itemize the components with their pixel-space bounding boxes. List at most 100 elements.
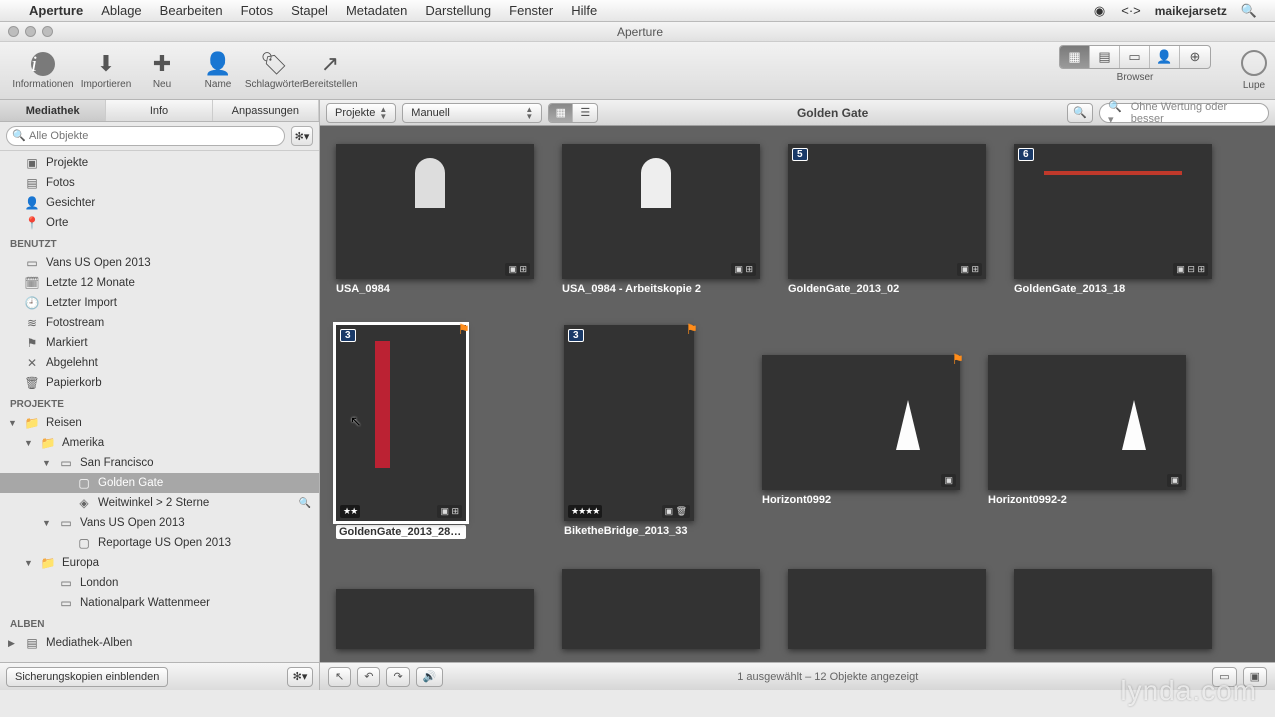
tree-wattenmeer[interactable]: ▭Nationalpark Wattenmeer <box>0 593 319 613</box>
tab-info[interactable]: Info <box>106 100 212 121</box>
list-view-icon[interactable]: ☰ <box>573 104 597 122</box>
code-icon[interactable]: <·> <box>1121 3 1141 18</box>
sidebar-search-gear-button[interactable]: ✻▾ <box>291 126 313 146</box>
thumbnail[interactable]: ⚑▣ Horizont0992 <box>762 355 960 506</box>
keywords-label: Schlagwörter <box>245 79 303 90</box>
sidebar-albums-item[interactable]: ▶▤Mediathek-Alben <box>0 633 319 653</box>
sidebar-recent-trash[interactable]: 🗑Papierkorb <box>0 373 319 393</box>
tree-reportage[interactable]: ▢Reportage US Open 2013 <box>0 533 319 553</box>
sidebar-item-projekte[interactable]: ▣Projekte <box>0 153 319 173</box>
zoom-in-button[interactable]: ▣ <box>1243 667 1267 687</box>
tree-amerika[interactable]: ▼📁Amerika <box>0 433 319 453</box>
thumbnail-selected[interactable]: 3 ⚑ ★★ ▣ ⊞ ↖ GoldenGate_2013_28… <box>336 325 466 539</box>
sidebar-recent-vans[interactable]: ▭Vans US Open 2013 <box>0 253 319 273</box>
thumbnail[interactable] <box>562 569 760 649</box>
menu-app[interactable]: Aperture <box>20 3 92 18</box>
browser-mode-segment[interactable]: ▦ ▤ ▭ 👤 ⊕ <box>1059 45 1211 69</box>
thumbnail[interactable]: ▣ ⊞ USA_0984 <box>336 144 534 295</box>
new-button[interactable]: ✚ Neu <box>134 46 190 96</box>
menu-darstellung[interactable]: Darstellung <box>416 3 500 18</box>
thumbnail-grid[interactable]: ▣ ⊞ USA_0984 ▣ ⊞ USA_0984 - Arbeitskopie… <box>320 126 1275 662</box>
menu-ablage[interactable]: Ablage <box>92 3 150 18</box>
spotlight-icon[interactable]: 🔍 <box>1241 3 1257 19</box>
sidebar-recent-12monate[interactable]: 🗓Letzte 12 Monate <box>0 273 319 293</box>
tree-europa[interactable]: ▼📁Europa <box>0 553 319 573</box>
sidebar-item-gesichter[interactable]: 👤Gesichter <box>0 193 319 213</box>
filter-search[interactable]: 🔍▾Ohne Wertung oder besser <box>1099 103 1269 123</box>
places-mode-icon[interactable]: ⊕ <box>1180 46 1210 68</box>
view-toggle[interactable]: ▦ ☰ <box>548 103 598 123</box>
sidebar-recent-abgelehnt[interactable]: ✕Abgelehnt <box>0 353 319 373</box>
share-label: Bereitstellen <box>302 79 357 90</box>
thumbnail[interactable]: 3 ⚑ ★★★★ ▣ 🗑 BiketheBridge_2013_33 <box>564 325 694 537</box>
menubar-user[interactable]: maikejarsetz <box>1155 4 1227 18</box>
person-icon: 👤 <box>204 51 231 77</box>
tree-london[interactable]: ▭London <box>0 573 319 593</box>
thumbnail[interactable]: 6▣ ⊟ ⊞ GoldenGate_2013_18 <box>1014 144 1212 295</box>
tab-anpassungen[interactable]: Anpassungen <box>213 100 319 121</box>
tree-reisen[interactable]: ▼📁Reisen <box>0 413 319 433</box>
tree-sanfrancisco[interactable]: ▼▭San Francisco <box>0 453 319 473</box>
name-label: Name <box>205 79 232 90</box>
scope-select[interactable]: Projekte▲▼ <box>326 103 396 123</box>
thumbnail[interactable]: 5▣ ⊞ GoldenGate_2013_02 <box>788 144 986 295</box>
face-icon: 👤 <box>24 196 40 210</box>
import-button[interactable]: ⬇ Importieren <box>78 46 134 96</box>
sidebar-item-orte[interactable]: 📍Orte <box>0 213 319 233</box>
grid-mode-icon[interactable]: ▦ <box>1060 46 1090 68</box>
keywords-button[interactable]: 🏷 Schlagwörter <box>246 46 302 96</box>
thumbnail[interactable]: ▣ Horizont0992-2 <box>988 355 1186 506</box>
rating-stars: ★★ <box>340 505 360 518</box>
stack-badge: 3 <box>340 329 356 342</box>
tab-mediathek[interactable]: Mediathek <box>0 100 106 121</box>
sidebar-gear-button[interactable]: ✻▾ <box>287 667 313 687</box>
flag-icon: ⚑ <box>457 321 470 338</box>
tree-goldengate[interactable]: ▢Golden Gate <box>0 473 319 493</box>
thumbnail[interactable]: ▣ ⊞ USA_0984 - Arbeitskopie 2 <box>562 144 760 295</box>
album-icon: ▢ <box>76 536 92 550</box>
info-label: Informationen <box>12 79 73 90</box>
menu-fotos[interactable]: Fotos <box>232 3 283 18</box>
thumbnail-caption: BiketheBridge_2013_33 <box>564 525 694 537</box>
cloud-icon[interactable]: ◉ <box>1094 3 1105 19</box>
sidebar-recent-lastimport[interactable]: 🕘Letzter Import <box>0 293 319 313</box>
plus-icon: ✚ <box>153 51 171 77</box>
vault-button[interactable]: Sicherungskopien einblenden <box>6 667 168 687</box>
thumbnail[interactable] <box>788 569 986 649</box>
menu-metadaten[interactable]: Metadaten <box>337 3 416 18</box>
menu-fenster[interactable]: Fenster <box>500 3 562 18</box>
sidebar-search-input[interactable] <box>6 126 285 146</box>
loupe-button[interactable]: Lupe <box>1241 50 1267 91</box>
smart-search-icon[interactable]: 🔍 <box>299 498 311 509</box>
sort-select[interactable]: Manuell▲▼ <box>402 103 542 123</box>
menu-hilfe[interactable]: Hilfe <box>562 3 606 18</box>
audio-button[interactable]: 🔊 <box>416 667 444 687</box>
filmstrip-mode-icon[interactable]: ▤ <box>1090 46 1120 68</box>
info-button[interactable]: i Informationen <box>8 46 78 96</box>
zoom-out-button[interactable]: ▭ <box>1212 667 1236 687</box>
sidebar-recent-markiert[interactable]: ⚑Markiert <box>0 333 319 353</box>
browser-statusbar: ↖ ↶ ↷ 🔊 1 ausgewählt – 12 Objekte angeze… <box>320 662 1275 690</box>
project-icon: ▭ <box>58 516 74 530</box>
sidebar-recent-fotostream[interactable]: ≋Fotostream <box>0 313 319 333</box>
badge-icons: ▣ 🗑 <box>662 505 690 518</box>
rotate-cw-button[interactable]: ↷ <box>386 667 409 687</box>
viewer-mode-icon[interactable]: ▭ <box>1120 46 1150 68</box>
thumbnail[interactable] <box>336 589 534 649</box>
share-button[interactable]: ↗ Bereitstellen <box>302 46 358 96</box>
faces-mode-icon[interactable]: 👤 <box>1150 46 1180 68</box>
hud-filter-button[interactable]: 🔍 <box>1067 103 1093 123</box>
traffic-lights[interactable] <box>8 26 53 37</box>
menu-bearbeiten[interactable]: Bearbeiten <box>151 3 232 18</box>
name-button[interactable]: 👤 Name <box>190 46 246 96</box>
sidebar-projects-header: PROJEKTE <box>0 393 319 413</box>
pointer-tool-button[interactable]: ↖ <box>328 667 351 687</box>
tree-vans[interactable]: ▼▭Vans US Open 2013 <box>0 513 319 533</box>
thumbnail[interactable] <box>1014 569 1212 649</box>
tree-weitwinkel[interactable]: ◈Weitwinkel > 2 Sterne🔍 <box>0 493 319 513</box>
rotate-ccw-button[interactable]: ↶ <box>357 667 380 687</box>
search-icon: 🔍 <box>12 129 26 142</box>
sidebar-item-fotos[interactable]: ▤Fotos <box>0 173 319 193</box>
menu-stapel[interactable]: Stapel <box>282 3 337 18</box>
grid-view-icon[interactable]: ▦ <box>549 104 573 122</box>
